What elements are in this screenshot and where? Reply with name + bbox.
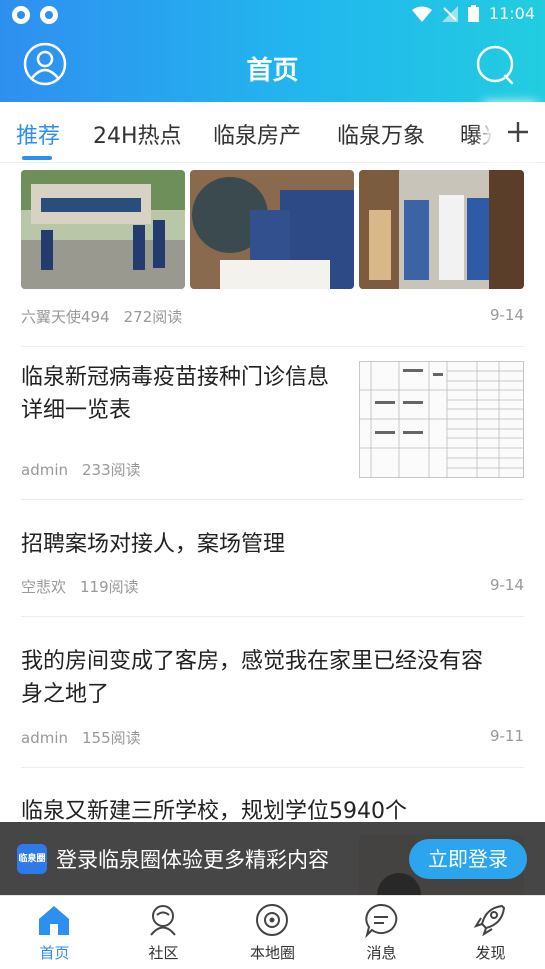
author-name: admin	[21, 461, 68, 479]
tab-24h-hot[interactable]: 24H热点	[93, 118, 182, 150]
notification-icon	[40, 6, 58, 24]
community-icon	[150, 905, 176, 936]
tab-linquan-property[interactable]: 临泉房产	[213, 118, 301, 150]
nav-bar: 首页	[0, 30, 545, 102]
article-thumbnail	[359, 170, 524, 289]
article-title: 我的房间变成了客房，感觉我在家里已经没有容 身之地了	[21, 649, 484, 707]
author-name: 六翼天使494	[21, 308, 110, 326]
post-date: 9-11	[489, 727, 524, 745]
search-button[interactable]	[475, 44, 519, 88]
divider	[21, 346, 524, 347]
divider	[21, 767, 524, 768]
article-thumbnail	[359, 361, 524, 478]
divider	[21, 499, 524, 500]
article-thumbnail	[21, 170, 185, 289]
nav-local-circle[interactable]: 本地圈	[218, 896, 327, 969]
page-title: 首页	[246, 56, 299, 86]
article-thumbnail	[190, 170, 354, 289]
article-title: 招聘案场对接人，案场管理	[21, 532, 286, 557]
bottom-navigation: 首页 社区 本地圈 消息 发现	[0, 895, 545, 969]
news-feed[interactable]: 六翼天使494 272阅读 9-14 临泉新冠病毒疫苗接种门诊信息 详细一览表	[0, 163, 545, 895]
post-date: 9-14	[489, 576, 524, 594]
read-count: 233阅读	[82, 461, 141, 479]
message-icon	[365, 903, 398, 938]
category-tabs: 推荐 24H热点 临泉房产 临泉万象 曝光	[0, 102, 545, 163]
rocket-icon	[473, 904, 506, 937]
nav-community[interactable]: 社区	[109, 896, 218, 969]
status-time: 11:04	[488, 4, 535, 23]
add-category-button[interactable]	[491, 102, 545, 162]
wifi-icon	[411, 6, 432, 22]
signal-icon	[441, 5, 458, 22]
tab-recommend[interactable]: 推荐	[16, 118, 60, 150]
battery-icon	[467, 5, 479, 22]
notification-icon	[12, 6, 30, 24]
author-name: admin	[21, 729, 68, 747]
nav-messages[interactable]: 消息	[327, 896, 436, 969]
local-circle-icon	[256, 904, 288, 936]
read-count: 119阅读	[80, 578, 139, 596]
nav-home[interactable]: 首页	[0, 896, 109, 969]
divider	[21, 616, 524, 617]
active-tab-indicator	[22, 156, 52, 160]
read-count: 272阅读	[123, 308, 183, 326]
promo-text: 登录临泉圈体验更多精彩内容	[56, 848, 329, 872]
login-button[interactable]: 立即登录	[409, 839, 527, 879]
post-date: 9-14	[489, 306, 524, 324]
login-promo-banner: 临泉圈 登录临泉圈体验更多精彩内容 立即登录	[0, 822, 545, 895]
plus-icon	[508, 122, 528, 142]
article-title: 临泉新冠病毒疫苗接种门诊信息 详细一览表	[21, 365, 330, 423]
status-bar: 11:04	[0, 0, 545, 30]
tab-linquan-wanxiang[interactable]: 临泉万象	[337, 118, 425, 150]
home-icon	[39, 906, 69, 935]
nav-discover[interactable]: 发现	[436, 896, 545, 969]
app-logo: 临泉圈	[17, 844, 47, 874]
read-count: 155阅读	[82, 729, 141, 747]
author-name: 空悲欢	[21, 578, 67, 596]
app-header: 11:04 首页	[0, 0, 545, 102]
search-icon	[476, 45, 514, 85]
